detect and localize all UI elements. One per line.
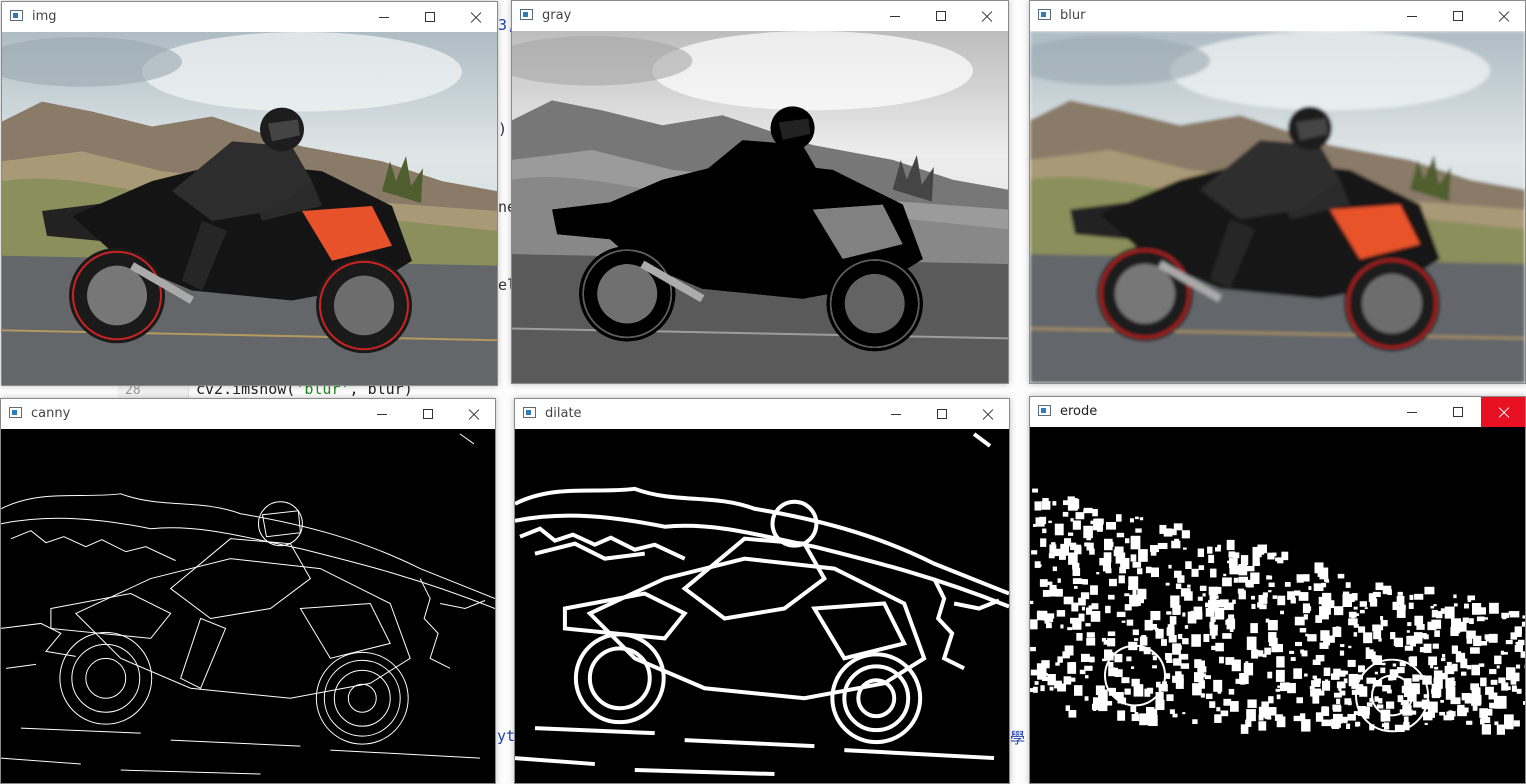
- maximize-icon[interactable]: [919, 399, 965, 429]
- minimize-icon[interactable]: [872, 1, 918, 31]
- title-bar[interactable]: dilate: [515, 399, 1009, 429]
- window-dilate[interactable]: dilate: [514, 398, 1010, 784]
- title-bar[interactable]: erode: [1030, 397, 1525, 427]
- maximize-icon[interactable]: [1435, 397, 1481, 427]
- close-icon[interactable]: [1481, 1, 1525, 31]
- title-bar[interactable]: img: [2, 2, 497, 32]
- image-view: [512, 31, 1008, 383]
- code-fragment: yt: [497, 727, 516, 745]
- window-title: dilate: [545, 406, 582, 421]
- maximize-icon[interactable]: [407, 2, 453, 32]
- edge-image-view: [1, 429, 495, 783]
- window-title: img: [32, 9, 57, 24]
- window-canny[interactable]: canny: [0, 398, 496, 784]
- title-bar[interactable]: blur: [1030, 1, 1525, 31]
- minimize-icon[interactable]: [1389, 397, 1435, 427]
- close-icon[interactable]: [453, 2, 497, 32]
- edge-image-view: [515, 429, 1009, 783]
- code-fragment: ): [498, 120, 508, 138]
- minimize-icon[interactable]: [361, 2, 407, 32]
- close-icon[interactable]: [451, 399, 495, 429]
- maximize-icon[interactable]: [405, 399, 451, 429]
- app-window-icon: [10, 10, 23, 21]
- window-erode[interactable]: erode: [1029, 396, 1526, 784]
- close-icon[interactable]: [964, 1, 1008, 31]
- minimize-icon[interactable]: [359, 399, 405, 429]
- close-icon[interactable]: [1481, 397, 1525, 427]
- app-window-icon: [520, 9, 533, 20]
- window-title: erode: [1060, 404, 1098, 419]
- maximize-icon[interactable]: [918, 1, 964, 31]
- app-window-icon: [1038, 9, 1051, 20]
- image-view: [1030, 31, 1525, 383]
- image-view: [2, 32, 497, 385]
- close-icon[interactable]: [965, 399, 1009, 429]
- edge-image-view: [1030, 427, 1525, 783]
- minimize-icon[interactable]: [873, 399, 919, 429]
- title-bar[interactable]: canny: [1, 399, 495, 429]
- window-img[interactable]: img: [1, 1, 498, 386]
- window-blur[interactable]: blur: [1029, 0, 1526, 384]
- minimize-icon[interactable]: [1389, 1, 1435, 31]
- app-window-icon: [523, 407, 536, 418]
- window-title: gray: [542, 8, 572, 23]
- window-gray[interactable]: gray: [511, 0, 1009, 384]
- app-window-icon: [1038, 405, 1051, 416]
- maximize-icon[interactable]: [1435, 1, 1481, 31]
- app-window-icon: [9, 407, 22, 418]
- title-bar[interactable]: gray: [512, 1, 1008, 31]
- window-title: canny: [31, 406, 71, 421]
- window-title: blur: [1060, 8, 1086, 23]
- code-fragment: 學: [1010, 729, 1026, 747]
